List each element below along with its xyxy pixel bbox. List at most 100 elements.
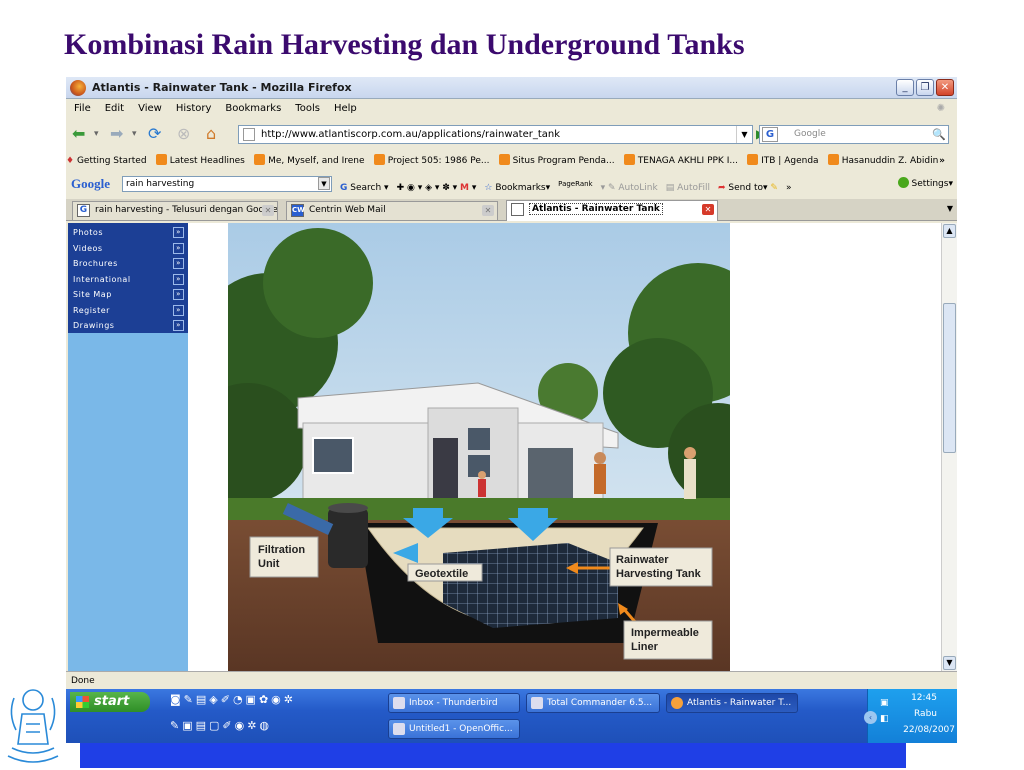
tab-label: rain harvesting - Telusuri dengan Google bbox=[95, 205, 278, 215]
rss-icon bbox=[827, 154, 839, 165]
centrin-favicon: CW bbox=[291, 204, 305, 217]
toolbar-misc-icons[interactable]: ✚ ◉ ▾ ◈ ▾ ✽ ▾ M ▾ bbox=[397, 183, 477, 193]
taskbar-item-firefox[interactable]: Atlantis - Rainwater T... bbox=[666, 693, 798, 713]
window-titlebar: Atlantis - Rainwater Tank - Mozilla Fire… bbox=[66, 77, 957, 99]
autolink-button[interactable]: ▾ ✎ AutoLink bbox=[601, 183, 658, 193]
google-engine-icon[interactable]: G bbox=[762, 127, 778, 142]
tray-expand-icon[interactable]: ‹ bbox=[864, 711, 877, 724]
bookmark-item[interactable]: ITB | Agenda bbox=[747, 151, 819, 171]
search-bar[interactable]: G Google 🔍 bbox=[759, 125, 949, 144]
thunderbird-icon bbox=[393, 697, 405, 709]
bookmarks-toolbar: ♦ Getting Started Latest Headlines Me, M… bbox=[66, 151, 957, 171]
scroll-down-icon[interactable]: ▼ bbox=[943, 656, 956, 670]
bookmark-item[interactable]: Hasanuddin Z. Abidin bbox=[827, 151, 938, 171]
reload-icon[interactable]: ⟳ bbox=[148, 124, 161, 144]
label-tank: Rainwater Harvesting Tank bbox=[609, 547, 713, 587]
google-toolbar-more[interactable]: » bbox=[786, 183, 792, 193]
browser-screenshot: Atlantis - Rainwater Tank - Mozilla Fire… bbox=[66, 77, 957, 743]
menu-edit[interactable]: Edit bbox=[105, 100, 124, 118]
bookmark-item[interactable]: ♦ Getting Started bbox=[66, 151, 147, 171]
back-dropdown-icon[interactable]: ▾ bbox=[94, 124, 99, 144]
system-tray: ‹ ▣ ◧ 12:45 Rabu 22/08/2007 bbox=[864, 689, 957, 743]
tab-close-icon[interactable]: ✕ bbox=[262, 205, 274, 216]
google-search-input[interactable]: rain harvesting bbox=[122, 176, 332, 192]
sidebar-item-photos[interactable]: Photos » bbox=[68, 225, 188, 241]
google-toolbar: Google rain harvesting ▼ G Search ▾ ✚ ◉ ▾… bbox=[66, 173, 957, 195]
tab-close-icon[interactable]: ✕ bbox=[482, 205, 494, 216]
google-dropdown-icon[interactable]: ▼ bbox=[318, 177, 330, 190]
label-geotextile-text: Geotextile bbox=[415, 568, 468, 580]
google-logo[interactable]: Google bbox=[71, 176, 110, 192]
tray-icons[interactable]: ▣ ◧ bbox=[880, 695, 889, 727]
sidebar-item-drawings[interactable]: Drawings » bbox=[68, 318, 188, 334]
label-tank-line1: Rainwater bbox=[616, 554, 669, 566]
taskbar-item-label: Untitled1 - OpenOffic... bbox=[409, 724, 513, 734]
sidebar-item-international[interactable]: International » bbox=[68, 272, 188, 288]
sidebar-item-label: International bbox=[73, 274, 131, 284]
bookmark-item[interactable]: Me, Myself, and Irene bbox=[254, 151, 365, 171]
taskbar-item-openoffice[interactable]: Untitled1 - OpenOffic... bbox=[388, 719, 520, 739]
rss-icon bbox=[498, 154, 510, 165]
status-bar: Done bbox=[66, 671, 957, 689]
clock-time: 12:45 bbox=[911, 693, 937, 703]
url-text: http://www.atlantiscorp.com.au/applicati… bbox=[261, 129, 561, 140]
maximize-button[interactable]: ❐ bbox=[916, 79, 934, 96]
google-search-button[interactable]: G Search ▾ bbox=[340, 183, 389, 193]
google-toolbar-items: G Search ▾ ✚ ◉ ▾ ◈ ▾ ✽ ▾ M ▾ ☆ Bookmarks▾ P… bbox=[340, 176, 799, 196]
bookmark-item[interactable]: Situs Program Penda... bbox=[498, 151, 615, 171]
close-button[interactable]: ✕ bbox=[936, 79, 954, 96]
url-bar[interactable]: http://www.atlantiscorp.com.au/applicati… bbox=[238, 125, 753, 144]
tab-list-icon[interactable]: ▼ bbox=[947, 204, 953, 213]
total-commander-icon bbox=[531, 697, 543, 709]
rainwater-tank-illustration: Filtration Unit Geotextile Rainwater Har… bbox=[228, 223, 730, 671]
taskbar-item-total-commander[interactable]: Total Commander 6.5... bbox=[526, 693, 660, 713]
page-favicon bbox=[511, 203, 524, 216]
tab-centrin-mail[interactable]: CW Centrin Web Mail ✕ bbox=[286, 201, 498, 220]
sidebar-item-register[interactable]: Register » bbox=[68, 303, 188, 319]
minimize-button[interactable]: _ bbox=[896, 79, 914, 96]
autofill-button[interactable]: ▤ AutoFill bbox=[666, 183, 710, 193]
quick-launch-icons-bottom[interactable]: ✎▣▤▢✐◉✲◍ bbox=[170, 719, 272, 732]
scroll-up-icon[interactable]: ▲ bbox=[943, 224, 956, 238]
rss-icon bbox=[155, 154, 167, 165]
sidebar-item-label: Videos bbox=[73, 243, 103, 253]
vertical-scrollbar[interactable]: ▲ ▼ bbox=[941, 223, 957, 671]
sidebar-item-videos[interactable]: Videos » bbox=[68, 241, 188, 257]
search-icon[interactable]: 🔍 bbox=[932, 126, 946, 143]
stop-icon[interactable]: ⊗ bbox=[177, 124, 190, 144]
bookmarks-button[interactable]: ☆ Bookmarks▾ bbox=[484, 183, 550, 193]
status-text: Done bbox=[71, 676, 95, 686]
scroll-thumb[interactable] bbox=[943, 303, 956, 453]
url-dropdown-icon[interactable]: ▼ bbox=[736, 126, 752, 143]
openoffice-icon bbox=[393, 723, 405, 735]
bookmark-item[interactable]: Project 505: 1986 Pe... bbox=[373, 151, 489, 171]
menu-help[interactable]: Help bbox=[334, 100, 357, 118]
menu-history[interactable]: History bbox=[176, 100, 212, 118]
rss-icon bbox=[623, 154, 635, 165]
bookmark-item[interactable]: Latest Headlines bbox=[155, 151, 245, 171]
back-arrow-icon[interactable]: ⬅ bbox=[72, 124, 85, 144]
menu-bar: File Edit View History Bookmarks Tools Help ✺ bbox=[66, 100, 957, 118]
start-button[interactable]: start bbox=[70, 692, 150, 712]
taskbar-item-label: Inbox - Thunderbird bbox=[409, 698, 498, 708]
forward-arrow-icon[interactable]: ➡ bbox=[110, 124, 123, 144]
label-filtration-line1: Filtration bbox=[258, 544, 305, 556]
menu-view[interactable]: View bbox=[138, 100, 162, 118]
taskbar-item-thunderbird[interactable]: Inbox - Thunderbird bbox=[388, 693, 520, 713]
sidebar-item-site-map[interactable]: Site Map » bbox=[68, 287, 188, 303]
forward-dropdown-icon[interactable]: ▾ bbox=[132, 124, 137, 144]
bookmark-item[interactable]: TENAGA AKHLI PPK I... bbox=[623, 151, 738, 171]
menu-tools[interactable]: Tools bbox=[295, 100, 320, 118]
settings-button[interactable]: Settings▾ bbox=[897, 176, 953, 192]
home-icon[interactable]: ⌂ bbox=[206, 124, 216, 144]
tab-google-search[interactable]: G rain harvesting - Telusuri dengan Goog… bbox=[72, 201, 278, 220]
bookmarks-overflow[interactable]: » bbox=[939, 151, 945, 171]
tab-atlantis[interactable]: Atlantis - Rainwater Tank ✕ bbox=[506, 200, 718, 221]
quick-launch-icons-top[interactable]: ◙✎▤◈✐◔▣✿◉✲ bbox=[170, 693, 296, 706]
menu-file[interactable]: File bbox=[74, 100, 91, 118]
rss-icon bbox=[373, 154, 385, 165]
sidebar-item-brochures[interactable]: Brochures » bbox=[68, 256, 188, 272]
menu-bookmarks[interactable]: Bookmarks bbox=[225, 100, 281, 118]
tab-close-icon[interactable]: ✕ bbox=[702, 204, 714, 215]
sendto-button[interactable]: ➦ Send to▾ ✎ bbox=[718, 183, 778, 193]
